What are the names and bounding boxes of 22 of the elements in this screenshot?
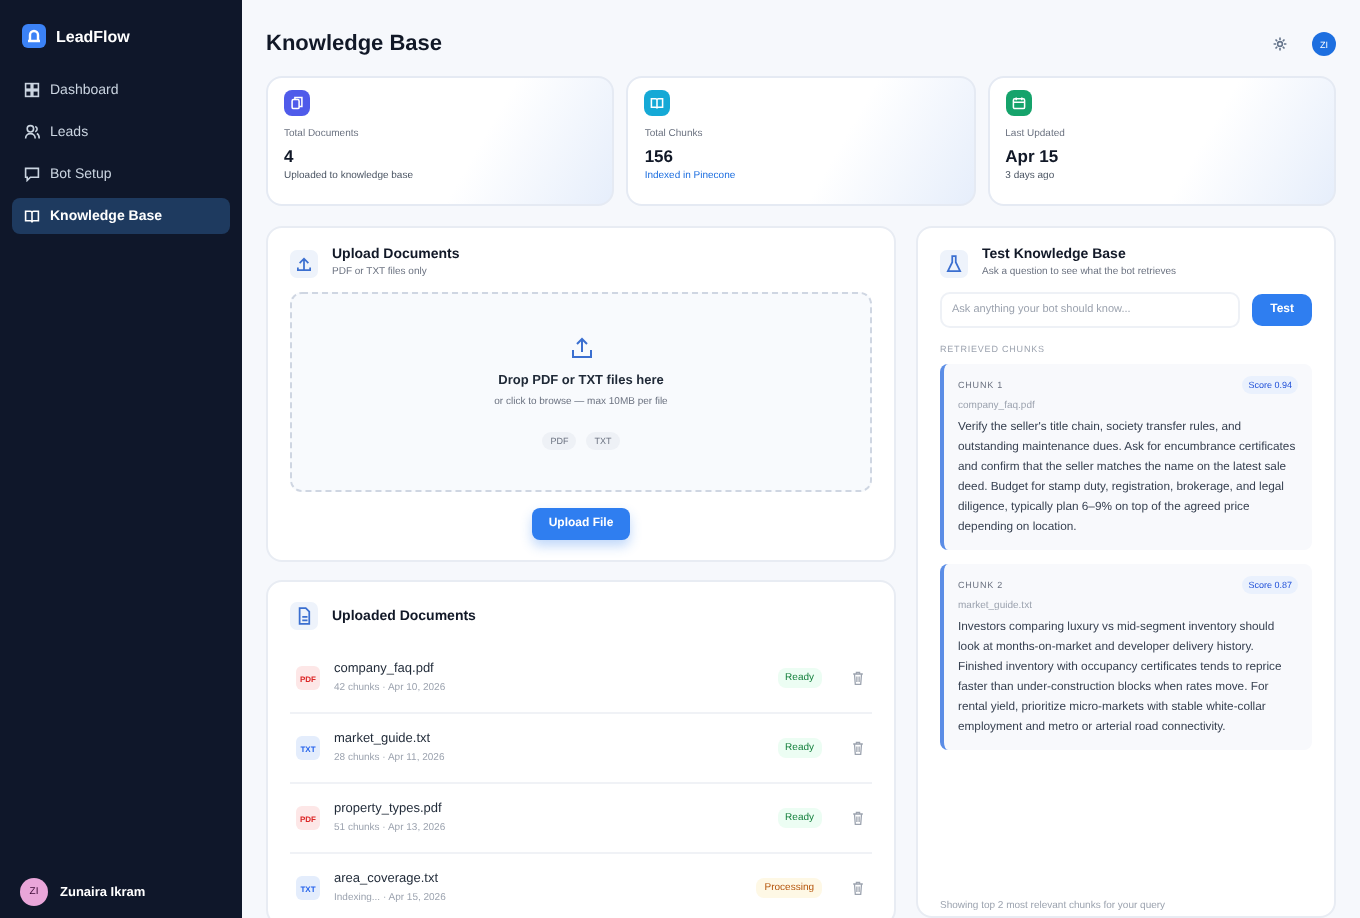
settings-icon[interactable] [1272, 36, 1288, 52]
flask-icon [940, 249, 968, 277]
upload-icon [569, 335, 593, 359]
trash-icon[interactable] [850, 810, 866, 826]
brand-name: LeadFlow [56, 27, 130, 45]
users-icon [24, 124, 40, 140]
grid-icon [24, 82, 40, 98]
trash-icon[interactable] [850, 740, 866, 756]
book-icon [24, 208, 40, 224]
page-title: Knowledge Base [266, 32, 443, 56]
chat-icon [24, 166, 40, 182]
calendar-icon [1011, 96, 1026, 110]
stat-value: Apr 15 [1005, 146, 1059, 166]
upload-icon [290, 249, 318, 277]
trash-icon[interactable] [850, 880, 866, 896]
stat-value: 4 [284, 146, 294, 166]
trash-icon[interactable] [850, 670, 866, 686]
logo-icon [22, 24, 46, 48]
book-icon [650, 96, 665, 110]
documents-icon [290, 96, 304, 110]
document-icon [290, 602, 318, 630]
stat-value: 156 [644, 146, 674, 166]
